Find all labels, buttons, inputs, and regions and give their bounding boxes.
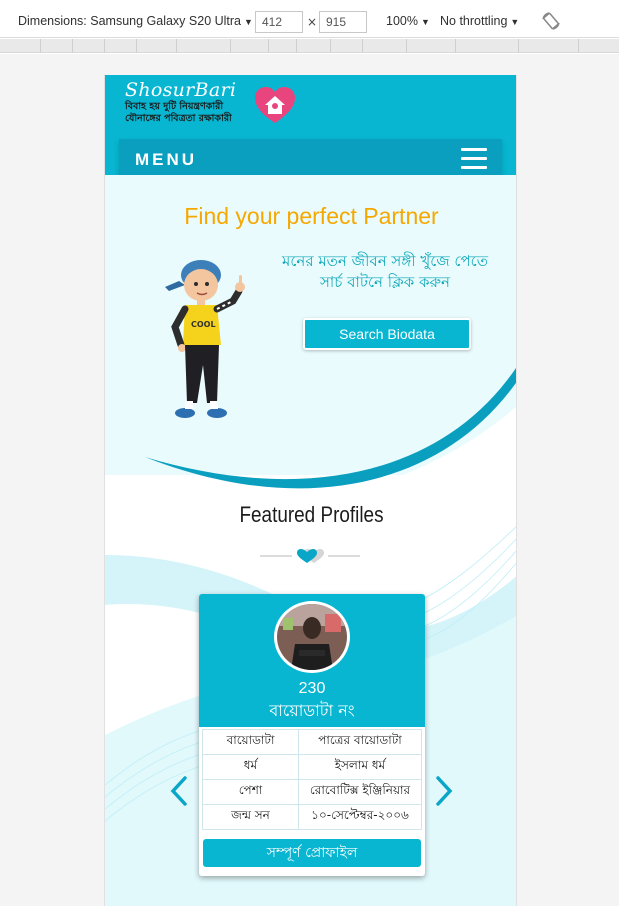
table-row: ধর্ম ইসলাম ধর্ম	[202, 754, 422, 780]
height-input[interactable]: 915	[319, 11, 367, 33]
chevron-right-icon[interactable]	[434, 775, 454, 807]
throttling-value: No throttling	[440, 14, 508, 28]
viewport-stage: ShosurBari বিবাহ হয় দুটি নিয়ন্ত্রণকারী…	[0, 54, 619, 906]
hero-text-line-2: সার্চ বাটনে ক্লিক করুন	[320, 273, 450, 291]
full-profile-button[interactable]: সম্পূর্ণ প্রোফাইল	[203, 839, 421, 867]
heart-home-icon	[255, 87, 295, 123]
detail-value: ইসলাম ধর্ম	[298, 754, 422, 780]
profile-photo	[277, 604, 347, 670]
dimension-separator: ×	[307, 15, 318, 29]
table-row: জন্ম সন ১০-সেপ্টেম্বর-২০০৬	[202, 804, 422, 830]
table-row: পেশা রোবোটিক্স ইঞ্জিনিয়ার	[202, 779, 422, 805]
dropdown-caret-icon: ▼	[510, 17, 520, 27]
hamburger-icon[interactable]	[461, 148, 487, 170]
biodata-label: বায়োডাটা নং	[269, 701, 355, 720]
hero-text-line-1: মনের মতন জীবন সঙ্গী খুঁজে পেতে	[282, 252, 488, 270]
detail-label: ধর্ম	[202, 754, 299, 780]
search-biodata-button[interactable]: Search Biodata	[303, 318, 471, 350]
profile-details-table: বায়োডাটা পাত্রের বায়োডাটা ধর্ম ইসলাম ধ…	[202, 729, 422, 830]
detail-label: জন্ম সন	[202, 804, 299, 830]
detail-value: রোবোটিক্স ইঞ্জিনিয়ার	[298, 779, 422, 805]
heart-divider-icon	[260, 549, 360, 563]
zoom-selector[interactable]: 100% ▼	[386, 14, 430, 28]
rotate-icon[interactable]	[541, 11, 561, 31]
hero-description: মনের মতন জীবন সঙ্গী খুঁজে পেতে সার্চ বাট…	[270, 251, 500, 293]
menu-label: MENU	[135, 150, 198, 169]
media-query-ruler	[0, 39, 619, 53]
dropdown-caret-icon: ▼	[244, 17, 253, 27]
avatar	[274, 601, 350, 673]
menu-bar[interactable]: MENU	[119, 139, 502, 184]
device-toolbar: Dimensions: Samsung Galaxy S20 Ultra ▼ 41…	[0, 0, 619, 38]
featured-profiles-title: Featured Profiles	[239, 502, 384, 527]
detail-label: বায়োডাটা	[202, 729, 299, 755]
device-selector[interactable]: Dimensions: Samsung Galaxy S20 Ultra ▼	[18, 14, 253, 28]
detail-value: পাত্রের বায়োডাটা	[298, 729, 422, 755]
biodata-number: 230	[298, 680, 326, 697]
dropdown-caret-icon: ▼	[420, 17, 430, 27]
device-name: Dimensions: Samsung Galaxy S20 Ultra	[18, 14, 242, 28]
hero-title: Find your perfect Partner	[184, 203, 439, 229]
site-logo[interactable]: ShosurBari বিবাহ হয় দুটি নিয়ন্ত্রণকারী…	[125, 79, 295, 129]
mobile-page: ShosurBari বিবাহ হয় দুটি নিয়ন্ত্রণকারী…	[104, 75, 517, 906]
site-header: ShosurBari বিবাহ হয় দুটি নিয়ন্ত্রণকারী…	[105, 75, 516, 187]
detail-label: পেশা	[202, 779, 299, 805]
svg-text:COOL: COOL	[191, 320, 216, 329]
throttling-selector[interactable]: No throttling ▼	[440, 14, 519, 28]
detail-value: ১০-সেপ্টেম্বর-২০০৬	[298, 804, 422, 830]
chevron-left-icon[interactable]	[169, 775, 189, 807]
width-input[interactable]: 412	[255, 11, 303, 33]
cartoon-boy-illustration: COOL	[165, 260, 245, 418]
zoom-value: 100%	[386, 14, 418, 28]
table-row: বায়োডাটা পাত্রের বায়োডাটা	[202, 729, 422, 755]
profile-card[interactable]: 230 বায়োডাটা নং বায়োডাটা পাত্রের বায়ো…	[199, 594, 425, 876]
